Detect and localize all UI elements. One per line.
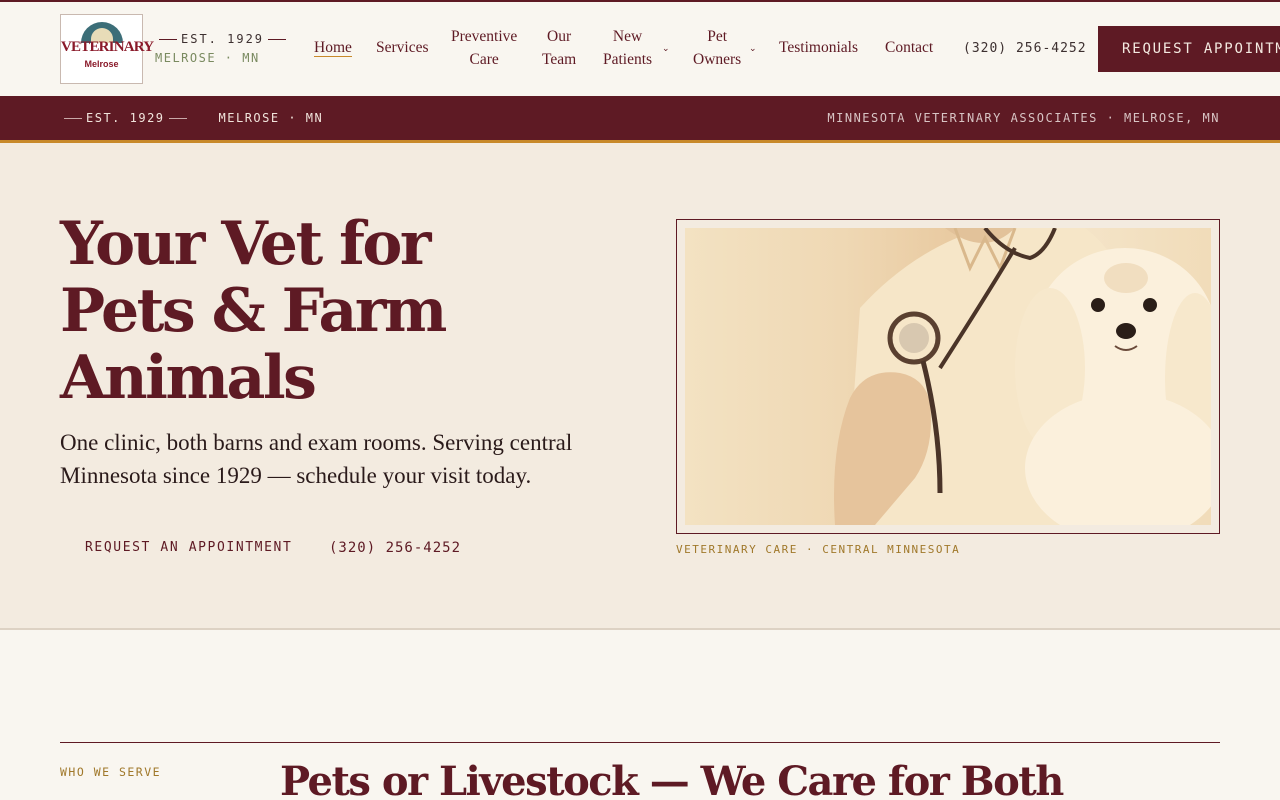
banner-est-text: EST. 1929 [86,111,165,125]
banner-location-text: MELROSE · MN [218,111,324,125]
banner-clinic-name: MINNESOTA VETERINARY ASSOCIATES · MELROS… [827,111,1220,125]
nav-new-line1: New [612,28,643,45]
nav-home-label: Home [314,39,352,57]
location-tag: MELROSE · MN [155,51,260,65]
hero-request-appointment-button[interactable]: REQUEST AN APPOINTMENT [60,536,317,559]
established-text: EST. 1929 [181,32,265,46]
logo-subtitle: Melrose [84,59,119,69]
section-rule [60,742,1220,743]
nav-testimonials[interactable]: Testimonials [779,36,858,59]
hero-divider [0,628,1280,630]
nav-preventive-line2: Care [469,51,499,68]
request-appointment-button[interactable]: REQUEST APPOINTMENT [1098,26,1280,72]
hero-title-line1: Your Vet for [60,209,432,279]
nav-pet-owners[interactable]: Pet Owners [693,25,741,71]
chevron-down-icon[interactable]: ⌄ [749,44,757,54]
hero-title: Your Vet for Pets & Farm Animals [60,211,620,412]
info-banner: EST. 1929 MELROSE · MN MINNESOTA VETERINA… [0,96,1280,140]
hero-title-line3: Animals [60,343,317,413]
nav-owners-line2: Owners [693,51,742,68]
nav-team-line2: Team [542,51,577,68]
nav-preventive-line1: Preventive [451,28,518,45]
nav-services[interactable]: Services [376,36,429,59]
chevron-down-icon[interactable]: ⌄ [662,44,670,54]
hero-image-caption: VETERINARY CARE · CENTRAL MINNESOTA [676,543,961,556]
section-title: Pets or Livestock — We Care for Both [280,758,1064,800]
established-tag: EST. 1929 [155,32,290,46]
nav-new-line2: Patients [603,51,653,68]
hero-section: Your Vet for Pets & Farm Animals One cli… [0,143,1280,629]
header-phone-link[interactable]: (320) 256-4252 [963,41,1087,56]
nav-new-patients[interactable]: New Patients [603,25,652,71]
nav-contact[interactable]: Contact [885,36,933,59]
nav-team-line1: Our [547,28,572,45]
site-header: VETERINARY Melrose EST. 1929 MELROSE · M… [0,2,1280,96]
banner-established: EST. 1929 MELROSE · MN [60,111,323,125]
nav-home[interactable]: Home [314,36,352,59]
hero-image-frame [676,219,1220,534]
hero-vet-with-dog-image [685,228,1211,525]
hero-phone-link[interactable]: (320) 256-4252 [329,540,461,556]
hero-title-line2: Pets & Farm [60,276,447,346]
clinic-logo[interactable]: VETERINARY Melrose [60,14,154,84]
nav-owners-line1: Pet [707,28,728,45]
nav-our-team[interactable]: Our Team [542,25,576,71]
hero-lead: One clinic, both barns and exam rooms. S… [60,430,573,488]
logo-wordmark: VETERINARY [61,39,154,55]
nav-preventive-care[interactable]: Preventive Care [451,25,517,71]
section-eyebrow: WHO WE SERVE [60,765,162,779]
